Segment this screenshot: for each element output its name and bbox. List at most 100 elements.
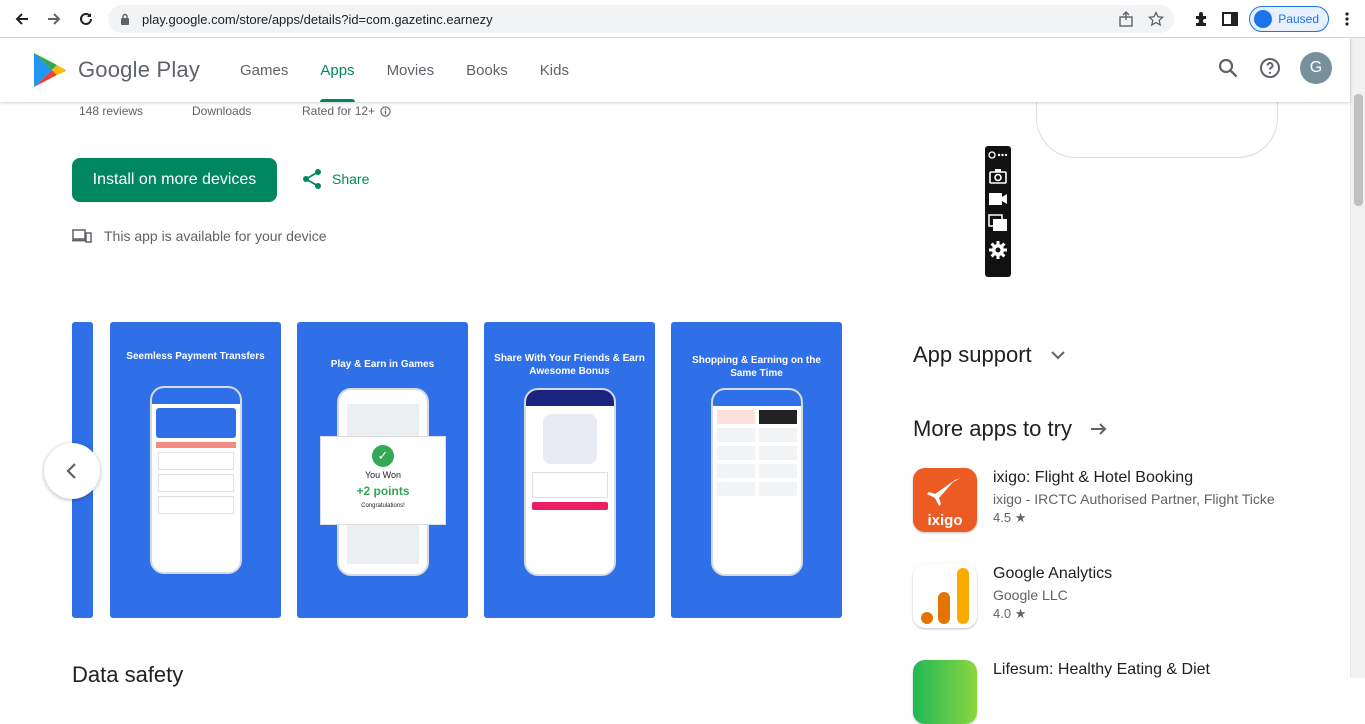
share-page-icon[interactable] <box>1118 11 1134 27</box>
app-support-section[interactable]: App support <box>913 342 1066 368</box>
share-label: Share <box>332 171 370 187</box>
ixigo-icon-label: ixigo <box>927 512 963 529</box>
chevron-down-icon <box>1050 351 1065 360</box>
back-icon[interactable] <box>6 3 38 35</box>
profile-status-label: Paused <box>1278 12 1319 26</box>
popup-points: +2 points <box>356 484 410 498</box>
app-card-ixigo[interactable]: ixigo ixigo: Flight & Hotel Booking ixig… <box>913 468 1277 532</box>
tab-apps[interactable]: Apps <box>304 38 370 102</box>
reload-icon[interactable] <box>70 3 102 35</box>
install-button[interactable]: Install on more devices <box>72 158 277 202</box>
app-card-google-analytics[interactable]: Google Analytics Google LLC 4.0 ★ <box>913 564 1277 628</box>
app-support-heading: App support <box>913 342 1032 367</box>
rating-value: 4.5 <box>993 510 1012 525</box>
arrow-right-icon <box>1090 423 1107 435</box>
popup-title: You Won <box>364 470 402 480</box>
check-icon: ✓ <box>372 445 394 467</box>
bookmark-star-icon[interactable] <box>1148 11 1164 27</box>
devices-icon <box>72 229 92 243</box>
page-scrollbar[interactable] <box>1350 38 1365 678</box>
google-play-logo[interactable]: Google Play <box>32 51 200 89</box>
screenshot-carousel: Seemless Payment Transfers Play & Earn i… <box>72 322 842 618</box>
phone-mockup <box>524 388 616 576</box>
app-developer: ixigo - IRCTC Authorised Partner, Flight… <box>993 491 1275 507</box>
capture-toolbar <box>985 146 1011 277</box>
play-header: Google Play Games Apps Movies Books Kids… <box>0 38 1350 102</box>
data-safety-heading: Data safety <box>72 662 184 687</box>
side-panel-icon[interactable] <box>1221 10 1239 28</box>
reviews-count: 148 reviews <box>79 104 144 118</box>
device-availability: This app is available for your device <box>72 228 327 244</box>
popup-message: Congratulations! <box>361 503 405 509</box>
screenshot-4[interactable]: Shopping & Earning on the Same Time <box>671 322 842 618</box>
screenshot-caption: Seemless Payment Transfers <box>126 351 265 362</box>
app-icon-ixigo: ixigo <box>913 468 977 532</box>
app-info: ixigo: Flight & Hotel Booking ixigo - IR… <box>993 468 1277 532</box>
airplane-icon <box>927 478 961 506</box>
screenshot-caption: Shopping & Earning on the Same Time <box>692 355 821 379</box>
toolbar-logo-icon[interactable] <box>988 150 1008 160</box>
app-rating: 4.0 ★ <box>993 606 1277 622</box>
share-button[interactable]: Share <box>302 168 369 190</box>
profile-paused-button[interactable]: Paused <box>1249 6 1329 32</box>
rating-value: 4.0 <box>993 606 1012 621</box>
window-capture-icon[interactable] <box>988 214 1008 232</box>
search-icon[interactable] <box>1216 56 1240 80</box>
app-icon-lifesum <box>913 660 977 724</box>
chrome-menu-icon[interactable] <box>1339 10 1355 28</box>
phone-mockup <box>150 386 242 574</box>
address-bar[interactable]: play.google.com/store/apps/details?id=co… <box>108 5 1174 33</box>
account-avatar[interactable]: G <box>1300 52 1332 84</box>
tab-movies[interactable]: Movies <box>371 38 451 102</box>
app-info: Lifesum: Healthy Eating & Diet <box>993 660 1210 724</box>
screenshot-caption: Play & Earn in Games <box>330 359 435 370</box>
browser-toolbar: play.google.com/store/apps/details?id=co… <box>0 0 1365 38</box>
phone-mockup <box>711 388 803 576</box>
carousel-prev-button[interactable] <box>44 443 100 499</box>
scrollbar-thumb[interactable] <box>1354 94 1363 206</box>
brand-name: Google Play <box>78 57 201 82</box>
availability-text: This app is available for your device <box>104 228 327 244</box>
lock-icon <box>121 13 129 25</box>
app-title: ixigo: Flight & Hotel Booking <box>993 469 1194 486</box>
app-developer: Google LLC <box>993 587 1068 603</box>
help-icon[interactable] <box>1258 56 1282 80</box>
header-actions: G <box>1216 52 1332 84</box>
more-apps-section[interactable]: More apps to try <box>913 416 1108 442</box>
app-rating: 4.5 ★ <box>993 510 1277 526</box>
app-title: Google Analytics <box>993 565 1113 582</box>
camera-icon[interactable] <box>989 168 1007 184</box>
screenshot-caption: Share With Your Friends & Earn Awesome B… <box>494 353 645 377</box>
forward-icon[interactable] <box>38 3 70 35</box>
profile-avatar <box>1254 10 1273 28</box>
app-icon-google-analytics <box>913 564 977 628</box>
app-card-lifesum[interactable]: Lifesum: Healthy Eating & Diet <box>913 660 1210 724</box>
star-icon: ★ <box>1014 606 1027 621</box>
extensions-icon[interactable] <box>1193 10 1211 28</box>
win-popup: ✓ You Won +2 points Congratulations! <box>320 436 446 525</box>
screenshot-2[interactable]: Play & Earn in Games ✓ You Won +2 points… <box>297 322 468 618</box>
app-info: Google Analytics Google LLC 4.0 ★ <box>993 564 1277 628</box>
play-logo-icon <box>34 53 67 87</box>
screenshot-1[interactable]: Seemless Payment Transfers <box>110 322 281 618</box>
content-rating: Rated for 12+ <box>302 104 391 118</box>
more-apps-heading: More apps to try <box>913 416 1072 441</box>
chevron-left-icon <box>66 463 76 479</box>
content-rating-label: Rated for 12+ <box>302 104 376 118</box>
screenshot-3[interactable]: Share With Your Friends & Earn Awesome B… <box>484 322 655 618</box>
app-title: Lifesum: Healthy Eating & Diet <box>993 661 1210 678</box>
tab-books[interactable]: Books <box>450 38 524 102</box>
video-icon[interactable] <box>988 192 1008 206</box>
star-icon: ★ <box>1014 510 1027 525</box>
tab-kids[interactable]: Kids <box>524 38 585 102</box>
url-text: play.google.com/store/apps/details?id=co… <box>142 11 493 27</box>
app-stats: 148 reviews Downloads Rated for 12+ <box>79 104 391 118</box>
analytics-bars-icon <box>921 568 969 624</box>
browser-actions: Paused <box>1193 6 1355 32</box>
downloads-label: Downloads <box>192 104 252 118</box>
tab-games[interactable]: Games <box>224 38 304 102</box>
settings-gear-icon[interactable] <box>988 240 1008 260</box>
info-icon[interactable] <box>380 105 391 117</box>
share-icon <box>303 169 321 189</box>
nav-tabs: Games Apps Movies Books Kids <box>224 38 585 102</box>
